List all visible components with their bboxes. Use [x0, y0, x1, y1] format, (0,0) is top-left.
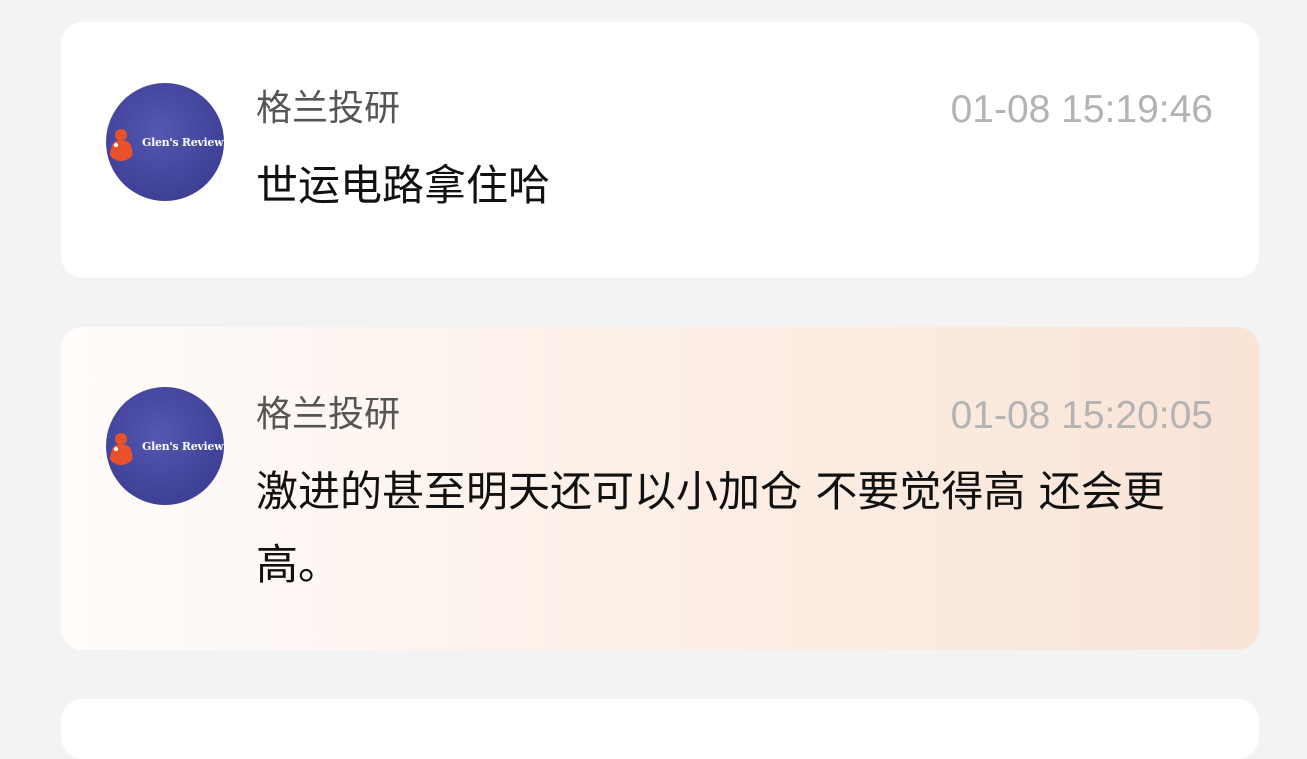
author-name: 格兰投研: [256, 394, 401, 435]
message-card[interactable]: Glen's Review 格兰投研 01-08 15:20:05 激进的甚至明…: [61, 327, 1259, 650]
message-card[interactable]: Glen's Review 格兰投研 01-08 15:19:46 世运电路拿住…: [61, 22, 1259, 278]
message-card-partial[interactable]: [61, 699, 1259, 759]
avatar[interactable]: Glen's Review: [106, 83, 224, 201]
message-timestamp: 01-08 15:19:46: [950, 88, 1213, 131]
avatar[interactable]: Glen's Review: [106, 387, 224, 505]
author-name: 格兰投研: [256, 88, 401, 129]
avatar-label: Glen's Review: [142, 136, 224, 149]
message-text: 激进的甚至明天还可以小加仓 不要觉得高 还会更高。: [256, 467, 1165, 589]
message-text: 世运电路拿住哈: [256, 161, 551, 210]
message-timestamp: 01-08 15:20:05: [950, 394, 1213, 437]
avatar-label: Glen's Review: [142, 440, 224, 453]
